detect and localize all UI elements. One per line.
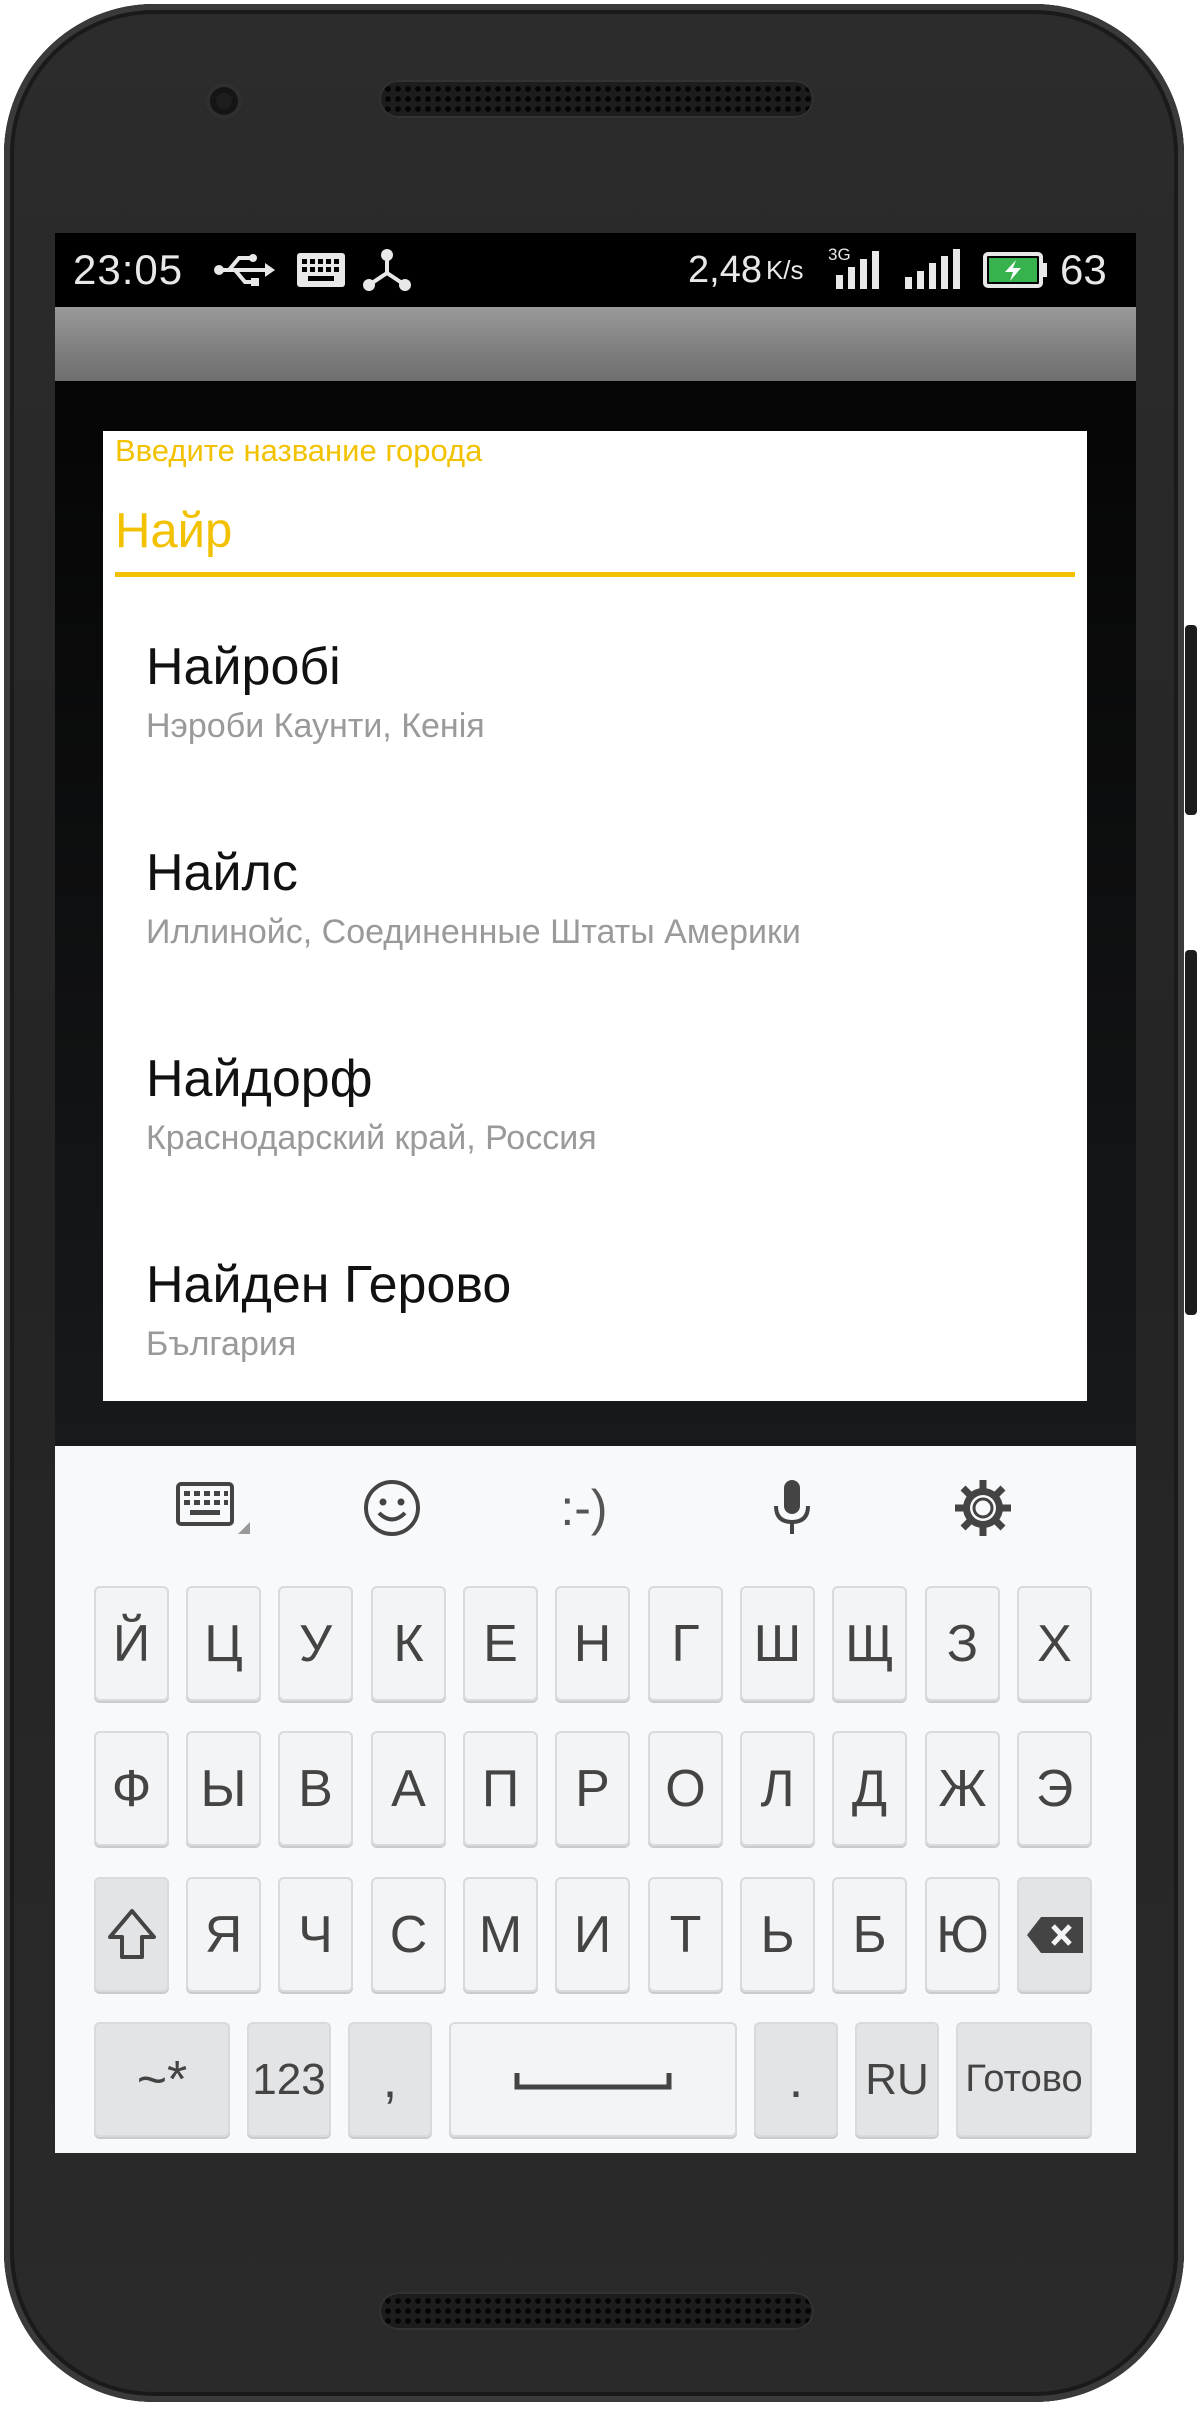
- space-key[interactable]: [449, 2022, 737, 2137]
- suggestion-list: Найробі Нэроби Каунти, Кенія Найлс Иллин…: [103, 577, 1087, 1401]
- key[interactable]: З: [925, 1586, 1000, 1701]
- done-key[interactable]: Готово: [956, 2022, 1092, 2137]
- key[interactable]: Ц: [186, 1586, 261, 1701]
- key[interactable]: Л: [740, 1731, 815, 1846]
- settings-icon[interactable]: [938, 1468, 1028, 1548]
- key[interactable]: Т: [648, 1877, 723, 1992]
- backspace-icon: [1026, 1916, 1083, 1953]
- key[interactable]: Е: [463, 1586, 538, 1701]
- soft-keyboard: :-) Й Ц У К Е Н Г Ш Щ З Х Ф Ы В А П Р О …: [55, 1446, 1136, 2153]
- numbers-key[interactable]: 123: [247, 2022, 331, 2137]
- keyboard-switch-icon[interactable]: [167, 1468, 257, 1548]
- key[interactable]: И: [555, 1877, 630, 1992]
- key[interactable]: Р: [555, 1731, 630, 1846]
- emoticon-button[interactable]: :-): [539, 1468, 629, 1548]
- key[interactable]: Н: [555, 1586, 630, 1701]
- suggestion-region: България: [146, 1325, 297, 1363]
- suggestion-item[interactable]: Найробі Нэроби Каунти, Кенія: [103, 577, 1087, 783]
- key[interactable]: Г: [648, 1586, 723, 1701]
- status-bar: 23:05 2,48 K/s 3G 63: [55, 233, 1136, 307]
- comma-key[interactable]: ,: [348, 2022, 432, 2137]
- backspace-key[interactable]: [1017, 1877, 1092, 1992]
- suggestion-region: Нэроби Каунти, Кенія: [146, 707, 485, 745]
- key[interactable]: П: [463, 1731, 538, 1846]
- battery-charging-icon: [983, 233, 1049, 307]
- key[interactable]: Ч: [278, 1877, 353, 1992]
- key[interactable]: Ш: [740, 1586, 815, 1701]
- key[interactable]: А: [371, 1731, 446, 1846]
- keyboard-toolbar: :-): [55, 1446, 1136, 1566]
- space-icon: [514, 2072, 672, 2089]
- usb-icon: [213, 233, 277, 307]
- key[interactable]: Ь: [740, 1877, 815, 1992]
- network-speed-unit: K/s: [765, 254, 804, 285]
- shift-key[interactable]: [94, 1877, 169, 1992]
- power-button: [1185, 625, 1197, 815]
- screen: 23:05 2,48 K/s 3G 63 Введите название го…: [55, 233, 1136, 2153]
- language-key[interactable]: RU: [855, 2022, 939, 2137]
- keyboard-icon: [296, 233, 346, 307]
- key[interactable]: Ю: [925, 1877, 1000, 1992]
- key[interactable]: Й: [94, 1586, 169, 1701]
- city-input-hint: Введите название города: [115, 433, 483, 468]
- key[interactable]: Ф: [94, 1731, 169, 1846]
- signal-icon: [903, 233, 963, 307]
- key[interactable]: М: [463, 1877, 538, 1992]
- top-speaker-grille: [379, 80, 814, 118]
- share-icon: [362, 233, 412, 307]
- battery-level: 63: [1060, 246, 1107, 293]
- key[interactable]: О: [648, 1731, 723, 1846]
- suggestion-city: Найробі: [146, 638, 341, 696]
- front-camera: [205, 82, 243, 120]
- network-speed-value: 2,48: [688, 248, 762, 291]
- key[interactable]: С: [371, 1877, 446, 1992]
- status-time: 23:05: [73, 246, 184, 293]
- signal-3g-icon: 3G: [828, 233, 888, 307]
- city-search-dialog: Введите название города Найробі Нэроби К…: [103, 431, 1087, 1401]
- key[interactable]: Х: [1017, 1586, 1092, 1701]
- key[interactable]: У: [278, 1586, 353, 1701]
- shift-icon: [107, 1908, 156, 1959]
- suggestion-city: Найлс: [146, 844, 298, 902]
- city-input[interactable]: [115, 503, 1072, 559]
- mic-icon[interactable]: [747, 1468, 837, 1548]
- suggestion-item[interactable]: Найлс Иллинойс, Соединенные Штаты Америк…: [103, 783, 1087, 989]
- emoji-icon[interactable]: [347, 1468, 437, 1548]
- key[interactable]: К: [371, 1586, 446, 1701]
- action-bar: [55, 307, 1136, 381]
- suggestion-item[interactable]: Найдорф Краснодарский край, Россия: [103, 989, 1087, 1195]
- key[interactable]: В: [278, 1731, 353, 1846]
- key[interactable]: Я: [186, 1877, 261, 1992]
- suggestion-region: Иллинойс, Соединенные Штаты Америки: [146, 913, 801, 951]
- key[interactable]: Щ: [832, 1586, 907, 1701]
- period-key[interactable]: .: [754, 2022, 838, 2137]
- key[interactable]: Ы: [186, 1731, 261, 1846]
- volume-rocker: [1185, 950, 1197, 1315]
- bottom-speaker-grille: [379, 2292, 814, 2330]
- key[interactable]: Д: [832, 1731, 907, 1846]
- key[interactable]: Э: [1017, 1731, 1092, 1846]
- network-speed: 2,48 K/s: [688, 233, 804, 307]
- suggestion-city: Найдорф: [146, 1050, 373, 1108]
- suggestion-city: Найден Герово: [146, 1256, 512, 1314]
- suggestion-item[interactable]: Найден Герово България: [103, 1195, 1087, 1401]
- symbols-key[interactable]: ~*: [94, 2022, 230, 2137]
- suggestion-region: Краснодарский край, Россия: [146, 1119, 597, 1157]
- key[interactable]: Ж: [925, 1731, 1000, 1846]
- key[interactable]: Б: [832, 1877, 907, 1992]
